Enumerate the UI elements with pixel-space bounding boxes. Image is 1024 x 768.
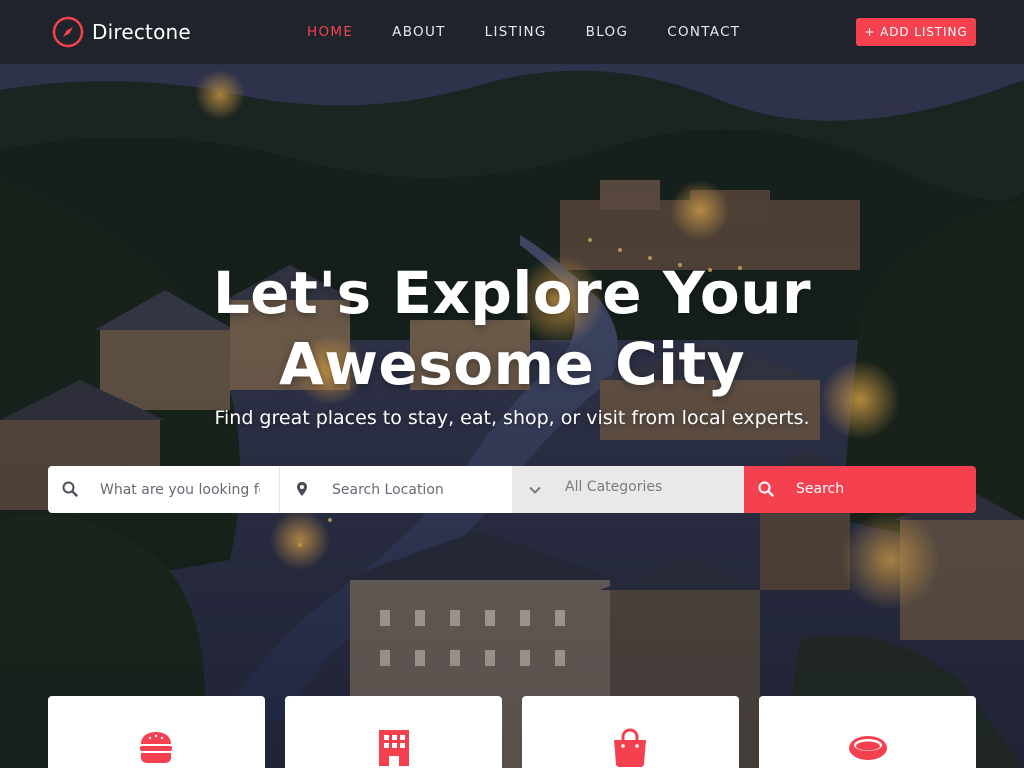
search-button-label: Search — [796, 481, 845, 497]
hotel-icon — [379, 730, 409, 766]
location-field — [280, 466, 512, 513]
map-pin-icon — [297, 482, 307, 496]
search-button[interactable]: Search — [744, 466, 976, 513]
site-header: Directone HOME ABOUT LISTING BLOG CONTAC… — [0, 0, 1024, 64]
search-bar: All Categories Search — [48, 466, 976, 513]
category-cards — [48, 696, 976, 768]
nav-listing[interactable]: LISTING — [485, 24, 547, 41]
keyword-field — [48, 466, 280, 513]
category-card-hotel[interactable] — [285, 696, 502, 768]
category-select[interactable]: All Categories — [512, 466, 744, 513]
brand-name: Directone — [92, 20, 191, 44]
shopping-bag-icon — [614, 728, 646, 767]
category-selected-value: All Categories — [565, 479, 663, 495]
brand-logo[interactable]: Directone — [52, 16, 191, 48]
location-search-input[interactable] — [332, 466, 492, 513]
burger-icon — [140, 732, 172, 763]
category-card-food[interactable] — [48, 696, 265, 768]
search-icon — [62, 481, 78, 497]
main-nav: HOME ABOUT LISTING BLOG CONTACT — [307, 24, 779, 41]
nav-contact[interactable]: CONTACT — [667, 24, 740, 41]
add-listing-button[interactable]: + ADD LISTING — [856, 18, 976, 46]
nav-about[interactable]: ABOUT — [392, 24, 446, 41]
hero-subtitle: Find great places to stay, eat, shop, or… — [214, 407, 810, 429]
category-card-shopping[interactable] — [522, 696, 739, 768]
compass-icon — [52, 16, 84, 48]
chevron-down-icon — [529, 486, 541, 494]
nav-home[interactable]: HOME — [307, 24, 353, 41]
hero-title: Let's Explore Your Awesome City — [212, 259, 812, 398]
nav-blog[interactable]: BLOG — [586, 24, 629, 41]
keyword-search-input[interactable] — [100, 466, 260, 513]
ring-icon — [849, 736, 887, 760]
category-card-events[interactable] — [759, 696, 976, 768]
search-icon — [758, 481, 774, 497]
